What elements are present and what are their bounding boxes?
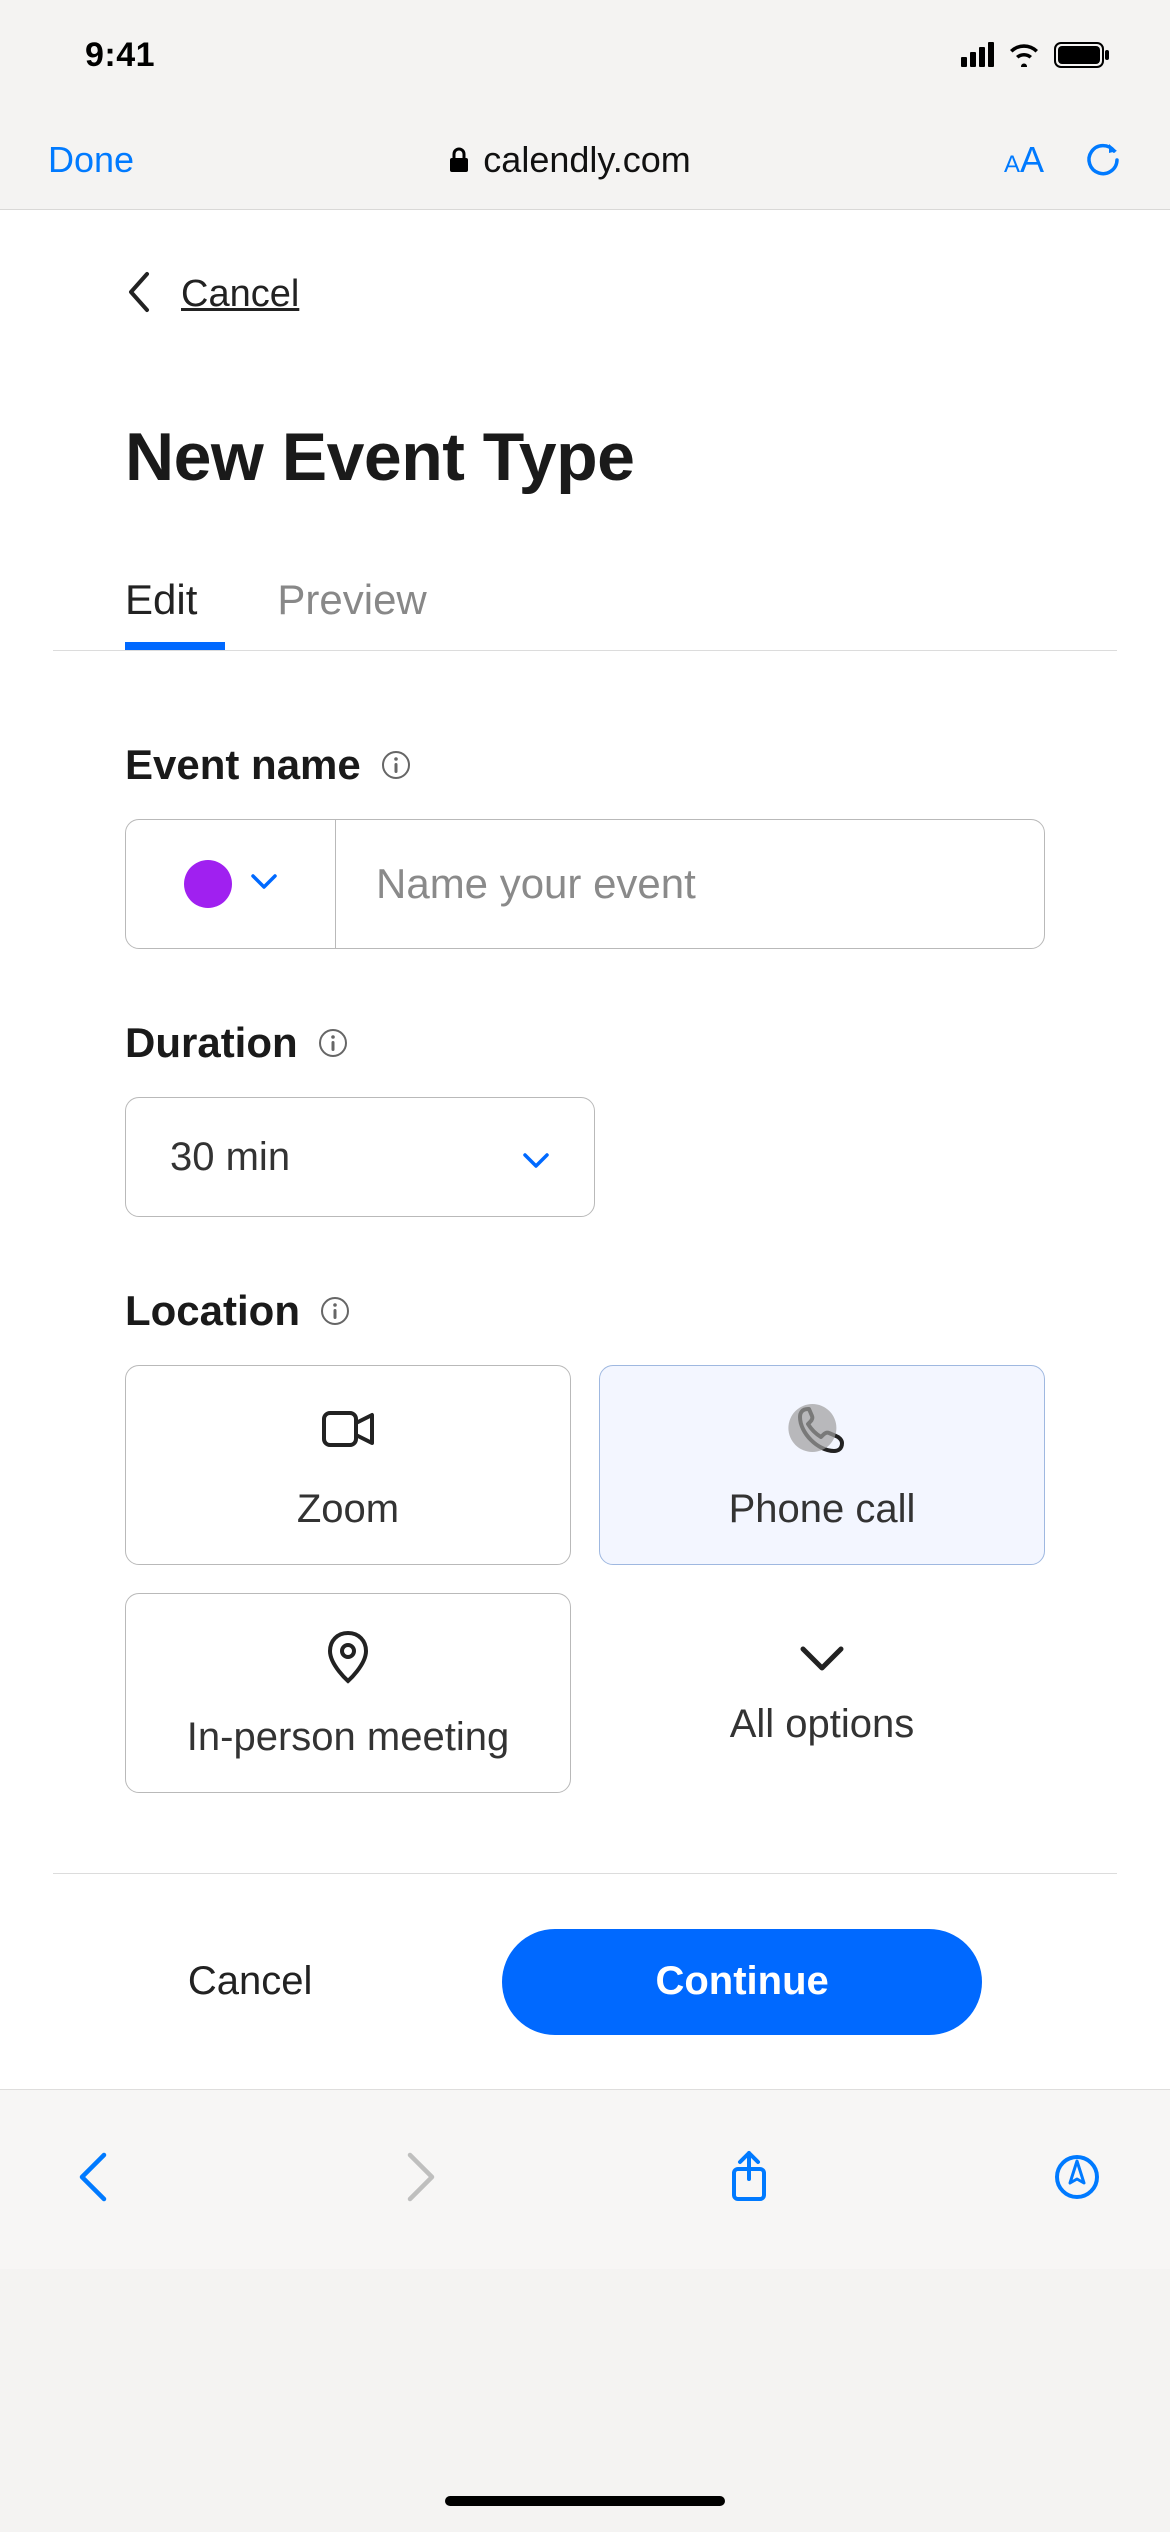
status-indicators: [961, 42, 1110, 68]
info-icon[interactable]: [320, 1296, 350, 1326]
battery-icon: [1054, 42, 1110, 68]
safari-toolbar: [0, 2089, 1170, 2269]
tabs-button[interactable]: [1054, 2149, 1100, 2210]
map-pin-icon: [318, 1627, 378, 1697]
back-icon[interactable]: [125, 270, 153, 319]
cancel-button[interactable]: Cancel: [188, 1959, 313, 2004]
text-size-button[interactable]: AA: [1004, 139, 1044, 181]
tab-preview[interactable]: Preview: [277, 576, 426, 650]
browser-bar: Done calendly.com AA: [0, 110, 1170, 210]
share-button[interactable]: [726, 2149, 772, 2210]
tabs: Edit Preview: [125, 576, 1045, 650]
page-content: Cancel New Event Type Edit Preview Event…: [0, 210, 1170, 2089]
location-label: Location: [125, 1287, 300, 1335]
tab-edit[interactable]: Edit: [125, 576, 197, 650]
location-inperson-label: In-person meeting: [187, 1715, 509, 1760]
location-zoom-label: Zoom: [297, 1487, 399, 1532]
chevron-down-icon: [522, 1135, 550, 1180]
status-bar: 9:41: [0, 0, 1170, 110]
touch-indicator: [788, 1404, 836, 1452]
chevron-down-icon: [250, 873, 278, 896]
nav-forward-button[interactable]: [398, 2149, 444, 2210]
address-bar[interactable]: calendly.com: [447, 139, 690, 181]
home-indicator: [445, 2496, 725, 2506]
info-icon[interactable]: [381, 750, 411, 780]
info-icon[interactable]: [318, 1028, 348, 1058]
color-picker[interactable]: [126, 820, 336, 948]
nav-back-button[interactable]: [70, 2149, 116, 2210]
page-title: New Event Type: [125, 418, 1045, 496]
cellular-icon: [961, 43, 994, 67]
cancel-link[interactable]: Cancel: [181, 273, 299, 316]
lock-icon: [447, 146, 471, 174]
location-all-options[interactable]: All options: [599, 1593, 1045, 1793]
domain-text: calendly.com: [483, 139, 690, 181]
event-name-input[interactable]: [336, 820, 1044, 948]
duration-value: 30 min: [170, 1135, 290, 1180]
location-all-label: All options: [730, 1702, 915, 1747]
status-time: 9:41: [85, 36, 155, 75]
video-icon: [318, 1399, 378, 1469]
chevron-down-icon: [798, 1639, 846, 1684]
done-button[interactable]: Done: [48, 139, 134, 181]
event-name-row: [125, 819, 1045, 949]
location-inperson[interactable]: In-person meeting: [125, 1593, 571, 1793]
wifi-icon: [1008, 43, 1040, 67]
reload-icon[interactable]: [1084, 141, 1122, 179]
location-phone-label: Phone call: [729, 1487, 916, 1532]
event-name-label: Event name: [125, 741, 361, 789]
footer-bar: Cancel Continue: [53, 1873, 1117, 2089]
location-phone[interactable]: Phone call: [599, 1365, 1045, 1565]
duration-label: Duration: [125, 1019, 298, 1067]
color-dot: [184, 860, 232, 908]
duration-select[interactable]: 30 min: [125, 1097, 595, 1217]
continue-button[interactable]: Continue: [502, 1929, 982, 2035]
location-zoom[interactable]: Zoom: [125, 1365, 571, 1565]
